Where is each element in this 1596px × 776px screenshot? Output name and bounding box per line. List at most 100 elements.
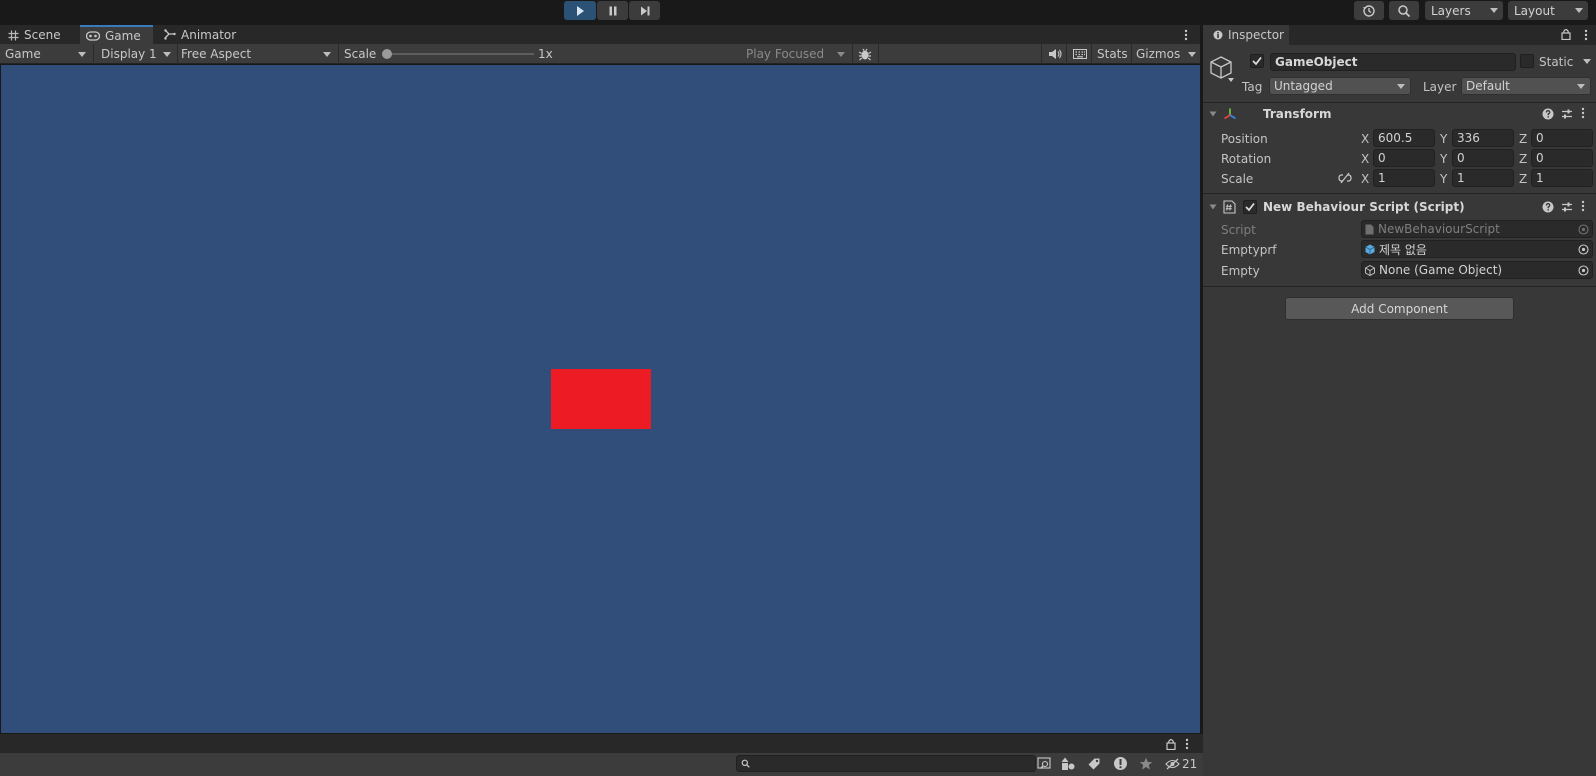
history-button[interactable] [1354, 1, 1384, 20]
more-options-icon[interactable] [1581, 107, 1585, 119]
tag-icon[interactable] [1087, 757, 1101, 771]
pause-button[interactable] [597, 1, 628, 20]
star-icon[interactable] [1139, 757, 1153, 771]
mute-audio-button[interactable] [1046, 44, 1064, 64]
display-select[interactable]: Display 1 [101, 44, 176, 64]
axis-x-label: X [1361, 152, 1370, 166]
layer-label: Layer [1423, 80, 1457, 94]
layout-dropdown[interactable]: Layout [1508, 1, 1588, 20]
emptyprf-field[interactable]: 제목 없음 [1361, 240, 1593, 258]
axis-y-label: Y [1440, 172, 1448, 186]
divider [1203, 286, 1596, 287]
debug-button[interactable] [856, 44, 874, 64]
gizmos-dropdown[interactable]: Gizmos [1136, 44, 1198, 64]
play-mode-value: Play Focused [746, 47, 825, 61]
tab-scene[interactable]: Scene [0, 25, 78, 45]
play-button[interactable] [564, 1, 596, 20]
step-button[interactable] [629, 1, 660, 20]
search-button[interactable] [1389, 1, 1419, 20]
tag-dropdown[interactable]: Untagged [1269, 77, 1411, 95]
red-game-object [551, 369, 651, 429]
layers-dropdown[interactable]: Layers [1425, 1, 1503, 20]
scale-y-field[interactable]: 1 [1452, 169, 1514, 187]
preset-icon[interactable] [1561, 201, 1573, 213]
position-z-field[interactable]: 0 [1531, 129, 1593, 147]
static-label: Static [1539, 55, 1574, 69]
more-options-icon[interactable] [1584, 29, 1588, 41]
rotation-z-value: 0 [1536, 151, 1544, 165]
info-icon [1213, 30, 1223, 40]
tab-inspector[interactable]: Inspector [1203, 25, 1289, 45]
position-x-field[interactable]: 600.5 [1373, 129, 1435, 147]
aspect-select[interactable]: Free Aspect [181, 44, 336, 64]
scale-z-field[interactable]: 1 [1531, 169, 1593, 187]
main-toolbar: Layers Layout [0, 0, 1596, 25]
scale-slider-handle[interactable] [382, 49, 392, 59]
separator [1041, 44, 1042, 64]
object-picker-icon[interactable] [1578, 244, 1589, 255]
error-icon[interactable] [1113, 756, 1128, 771]
empty-field[interactable]: None (Game Object) [1361, 261, 1593, 279]
tab-game-label: Game [105, 29, 141, 43]
tab-animator-label: Animator [181, 28, 237, 42]
view-select[interactable]: Game [5, 44, 91, 64]
hidden-objects-toggle[interactable]: 21 [1165, 757, 1197, 771]
aspect-select-value: Free Aspect [181, 47, 252, 61]
more-options-icon[interactable] [1184, 29, 1188, 41]
chevron-down-icon [1188, 52, 1196, 57]
game-object-cube-icon [1365, 264, 1375, 276]
rotation-label: Rotation [1221, 152, 1272, 166]
scale-slider-track[interactable] [386, 53, 534, 55]
rotation-z-field[interactable]: 0 [1531, 149, 1593, 167]
console-search-input[interactable] [736, 755, 1036, 772]
gizmos-label: Gizmos [1136, 47, 1181, 61]
rotation-x-field[interactable]: 0 [1373, 149, 1435, 167]
add-component-button[interactable]: Add Component [1285, 297, 1514, 320]
help-icon[interactable] [1542, 108, 1554, 120]
search-filter-icon[interactable] [1037, 757, 1052, 771]
more-options-icon[interactable] [1185, 738, 1189, 750]
view-select-value: Game [5, 47, 41, 61]
object-name-value: GameObject [1275, 55, 1358, 69]
layer-value: Default [1466, 79, 1510, 93]
tab-game[interactable]: Game [80, 25, 153, 45]
script-component-header[interactable]: New Behaviour Script (Script) [1203, 197, 1596, 217]
chevron-down-icon[interactable] [1583, 59, 1591, 64]
checkmark-icon [1252, 56, 1262, 66]
grid-icon [8, 30, 19, 40]
game-object-cube-icon[interactable] [1208, 54, 1238, 84]
static-checkbox[interactable] [1520, 54, 1534, 68]
lock-icon[interactable] [1561, 28, 1571, 40]
hidden-objects-count: 21 [1182, 757, 1198, 771]
axis-z-label: Z [1519, 172, 1528, 186]
divider [1203, 102, 1596, 103]
play-mode-select[interactable]: Play Focused [746, 44, 850, 64]
rotation-y-field[interactable]: 0 [1452, 149, 1514, 167]
position-y-field[interactable]: 336 [1452, 129, 1514, 147]
active-checkbox[interactable] [1250, 54, 1264, 68]
layer-dropdown[interactable]: Default [1461, 77, 1591, 95]
game-panel-tab-bar: Scene Game Animator [0, 25, 1200, 45]
transform-header[interactable]: Transform [1203, 104, 1596, 124]
scale-label: Scale [344, 47, 377, 61]
chevron-down-icon [163, 52, 171, 57]
stats-button[interactable]: Stats [1097, 44, 1128, 64]
object-name-input[interactable]: GameObject [1270, 53, 1516, 71]
lock-icon[interactable] [1166, 738, 1176, 750]
animator-icon [164, 29, 176, 40]
object-picker-icon[interactable] [1578, 265, 1589, 276]
scale-x-field[interactable]: 1 [1373, 169, 1435, 187]
emptyprf-value: 제목 없음 [1379, 242, 1427, 257]
layout-label: Layout [1514, 3, 1555, 18]
script-enabled-checkbox[interactable] [1243, 200, 1257, 214]
tab-animator[interactable]: Animator [155, 25, 245, 45]
position-label: Position [1221, 132, 1268, 146]
link-broken-icon[interactable] [1338, 172, 1352, 184]
preset-icon[interactable] [1561, 108, 1573, 120]
keyboard-shortcuts-button[interactable] [1071, 44, 1089, 64]
more-options-icon[interactable] [1581, 200, 1585, 212]
scene-visibility-icon[interactable] [1061, 757, 1076, 771]
separator [93, 44, 94, 64]
help-icon[interactable] [1542, 201, 1554, 213]
script-value: NewBehaviourScript [1378, 222, 1500, 236]
